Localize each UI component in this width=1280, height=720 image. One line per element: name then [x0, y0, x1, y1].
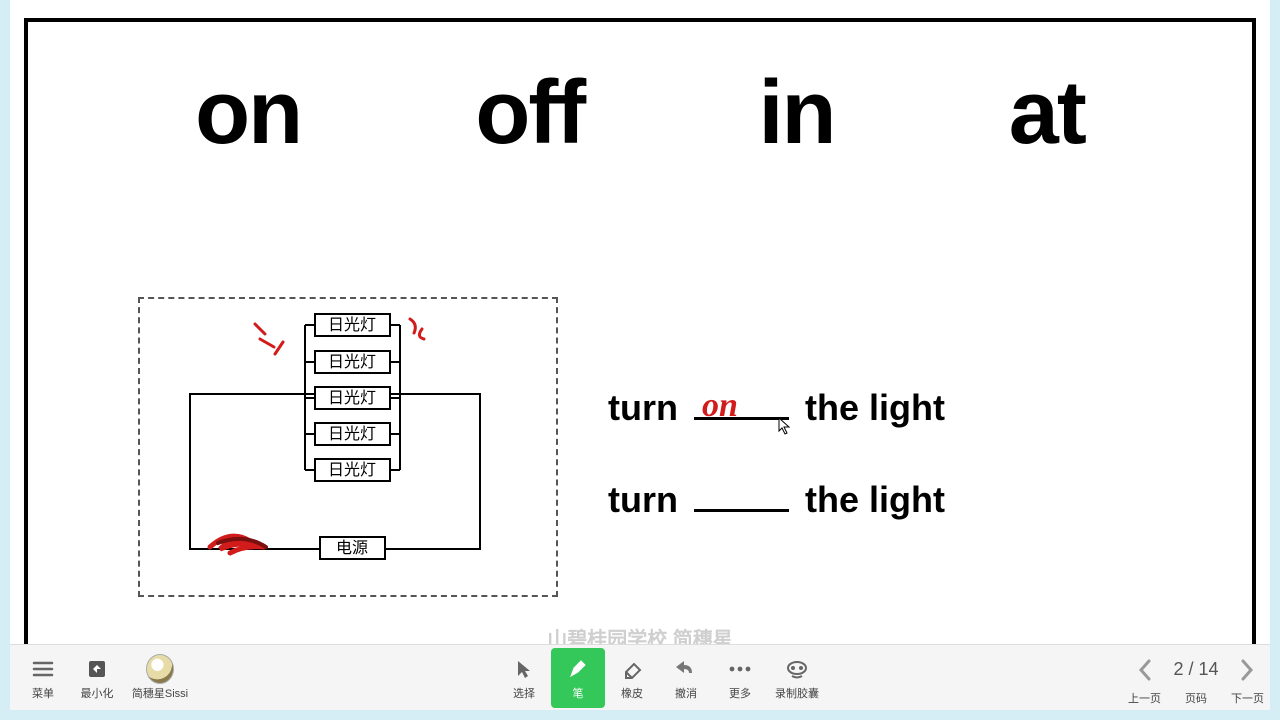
circuit-diagram[interactable]: 日光灯 日光灯 日光灯 日光灯 日光灯 电源 [138, 297, 558, 597]
svg-text:日光灯: 日光灯 [328, 389, 376, 407]
slide-canvas[interactable]: on off in at 日光灯 日光灯 日光灯 日光灯 [24, 18, 1256, 660]
undo-icon [672, 655, 700, 683]
word-option: on [195, 62, 301, 165]
record-button[interactable]: 录制胶囊 [767, 648, 827, 708]
more-icon [726, 655, 754, 683]
page-navigator: 2 / 14 [1128, 650, 1264, 690]
avatar-icon [146, 655, 174, 683]
word-option: off [475, 62, 584, 165]
prev-page-button[interactable] [1128, 650, 1162, 690]
eraser-tool-button[interactable]: 橡皮 [605, 648, 659, 708]
toolbar-left-group: 菜单 最小化 简穗星Sissi [10, 645, 196, 710]
toolbar-right-group: 2 / 14 上一页 页码 下一页 [1128, 645, 1270, 710]
sentence-1: turn on the light [608, 387, 945, 429]
bottom-toolbar: 菜单 最小化 简穗星Sissi 选择 [10, 644, 1270, 710]
more-button[interactable]: 更多 [713, 648, 767, 708]
word-bank: on off in at [28, 62, 1252, 165]
undo-button[interactable]: 撤消 [659, 648, 713, 708]
circuit-svg: 日光灯 日光灯 日光灯 日光灯 日光灯 电源 [140, 299, 560, 599]
svg-text:日光灯: 日光灯 [328, 461, 376, 479]
pen-tool-button[interactable]: 笔 [551, 648, 605, 708]
svg-text:日光灯: 日光灯 [328, 353, 376, 371]
pointer-icon [510, 655, 538, 683]
sentence-text: turn [608, 387, 678, 428]
sentence-text: the light [805, 387, 945, 428]
prev-label: 上一页 [1128, 690, 1161, 706]
next-label: 下一页 [1231, 690, 1264, 706]
blank-2[interactable] [694, 509, 789, 512]
user-button[interactable]: 简穗星Sissi [124, 648, 196, 708]
sentence-text: the light [805, 479, 945, 520]
hamburger-icon [29, 655, 57, 683]
next-page-button[interactable] [1230, 650, 1264, 690]
toolbar-center-group: 选择 笔 橡皮 撤消 [196, 645, 1128, 710]
fill-blank-sentences: turn on the light turn the light [608, 387, 945, 571]
page-label: 页码 [1185, 690, 1207, 706]
blank-1[interactable]: on [694, 417, 789, 420]
sentence-2: turn the light [608, 479, 945, 521]
handwritten-answer: on [702, 387, 738, 425]
word-option: at [1009, 62, 1085, 165]
word-option: in [759, 62, 835, 165]
minimize-button[interactable]: 最小化 [70, 648, 124, 708]
sentence-text: turn [608, 479, 678, 520]
record-icon [783, 655, 811, 683]
svg-text:电源: 电源 [336, 539, 368, 557]
app-stage: on off in at 日光灯 日光灯 日光灯 日光灯 [10, 0, 1270, 710]
eraser-icon [618, 655, 646, 683]
page-indicator[interactable]: 2 / 14 [1166, 659, 1226, 680]
svg-text:日光灯: 日光灯 [328, 316, 376, 334]
pen-icon [564, 655, 592, 683]
select-tool-button[interactable]: 选择 [497, 648, 551, 708]
svg-text:日光灯: 日光灯 [328, 425, 376, 443]
minimize-icon [83, 655, 111, 683]
menu-button[interactable]: 菜单 [16, 648, 70, 708]
